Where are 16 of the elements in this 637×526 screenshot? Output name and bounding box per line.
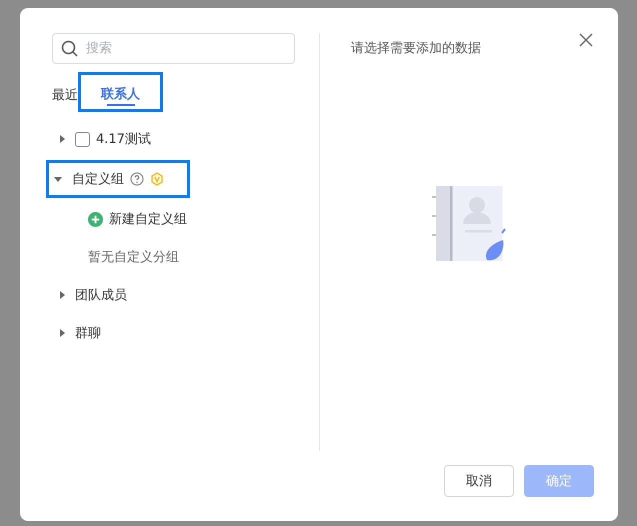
help-icon[interactable]: [130, 172, 144, 186]
checkbox[interactable]: [75, 132, 90, 146]
search-field[interactable]: 搜索: [52, 33, 295, 64]
panel-title: 请选择需要添加的数据: [351, 40, 481, 57]
tree-item[interactable]: 新建自定义组: [44, 202, 295, 236]
close-button[interactable]: [578, 32, 594, 48]
tab[interactable]: 最近: [52, 72, 78, 112]
empty-hint: 暂无自定义分组: [87, 249, 180, 267]
tree-item[interactable]: 自定义组: [46, 160, 190, 198]
add-icon: [88, 212, 103, 226]
tree-item[interactable]: 4.17测试: [44, 122, 295, 156]
tab[interactable]: 联系人: [78, 72, 163, 112]
tree-item[interactable]: 群聊: [44, 316, 295, 350]
tree-item[interactable]: 团队成员: [44, 278, 295, 312]
search-icon: [61, 40, 78, 57]
cancel-button[interactable]: 取消: [444, 465, 514, 497]
